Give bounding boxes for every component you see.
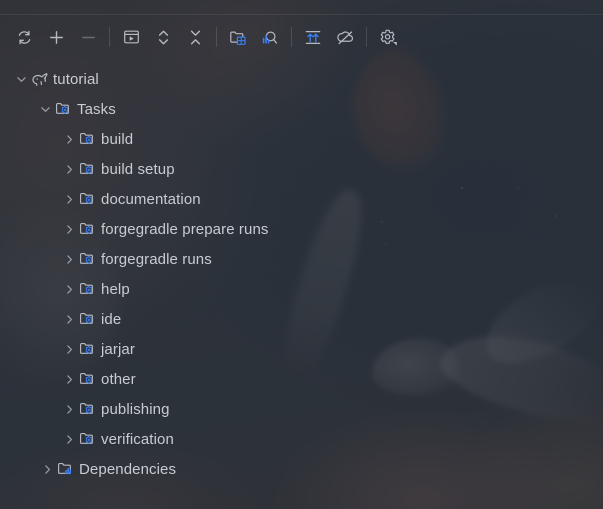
tree-node-label: build setup — [101, 160, 175, 178]
chevron-down-icon[interactable] — [36, 100, 54, 118]
tree-node-label: forgegradle runs — [101, 250, 212, 268]
tree-node-label: Tasks — [77, 100, 116, 118]
chevron-right-icon[interactable] — [60, 190, 78, 208]
tree-node-build-setup[interactable]: build setup — [0, 154, 603, 184]
expand-all-icon — [156, 29, 171, 46]
gradle-project-tree[interactable]: tutorial Tasks build build setup documen… — [0, 60, 603, 484]
module-settings-button[interactable] — [222, 21, 254, 53]
chevron-right-icon[interactable] — [60, 250, 78, 268]
task-folder-icon — [78, 310, 98, 328]
task-folder-icon — [78, 400, 98, 418]
settings-button[interactable] — [372, 21, 404, 53]
tree-node-label: other — [101, 370, 136, 388]
tree-node-label: ide — [101, 310, 122, 328]
chevron-down-icon[interactable] — [12, 70, 30, 88]
gradle-toolbar — [0, 0, 603, 60]
toolbar-separator — [366, 27, 367, 47]
chevron-right-icon[interactable] — [60, 160, 78, 178]
chevron-right-icon[interactable] — [38, 460, 56, 478]
run-task-button[interactable] — [115, 21, 147, 53]
tree-node-label: help — [101, 280, 130, 298]
tree-node-tasks[interactable]: Tasks — [0, 94, 603, 124]
chevron-right-icon[interactable] — [60, 400, 78, 418]
profiler-button[interactable] — [254, 21, 286, 53]
chevron-right-icon[interactable] — [60, 280, 78, 298]
gear-dropdown-icon — [378, 28, 398, 47]
task-folder-icon — [78, 340, 98, 358]
chevron-right-icon[interactable] — [60, 220, 78, 238]
magnifier-bars-icon — [261, 29, 279, 46]
chevron-right-icon[interactable] — [60, 340, 78, 358]
tree-node-label: publishing — [101, 400, 170, 418]
chevron-right-icon[interactable] — [60, 130, 78, 148]
run-window-icon — [123, 29, 140, 45]
folder-grid-icon — [229, 29, 247, 46]
chevron-right-icon[interactable] — [60, 370, 78, 388]
task-folder-icon — [78, 220, 98, 238]
sync-button[interactable] — [297, 21, 329, 53]
task-folder-icon — [78, 280, 98, 298]
tree-node-dependencies[interactable]: Dependencies — [0, 454, 603, 484]
tree-node-label: documentation — [101, 190, 201, 208]
tree-node-jarjar[interactable]: jarjar — [0, 334, 603, 364]
tree-node-documentation[interactable]: documentation — [0, 184, 603, 214]
chevron-right-icon[interactable] — [60, 430, 78, 448]
tree-node-label: build — [101, 130, 134, 148]
offline-mode-button[interactable] — [329, 21, 361, 53]
expand-all-button[interactable] — [147, 21, 179, 53]
tree-node-publishing[interactable]: publishing — [0, 394, 603, 424]
dependency-folder-icon — [56, 460, 76, 478]
collapse-all-button[interactable] — [179, 21, 211, 53]
tree-node-help[interactable]: help — [0, 274, 603, 304]
toolbar-separator — [216, 27, 217, 47]
plus-icon — [48, 29, 65, 46]
add-button[interactable] — [40, 21, 72, 53]
tree-node-forgegradle-prepare-runs[interactable]: forgegradle prepare runs — [0, 214, 603, 244]
task-folder-icon — [78, 250, 98, 268]
tree-node-label: forgegradle prepare runs — [101, 220, 269, 238]
chevron-right-icon[interactable] — [60, 310, 78, 328]
task-folder-icon — [78, 370, 98, 388]
arrows-up-icon — [304, 29, 322, 46]
gradle-elephant-icon — [30, 70, 50, 88]
minus-icon — [80, 29, 97, 46]
tree-node-verification[interactable]: verification — [0, 424, 603, 454]
tree-node-label: tutorial — [53, 70, 99, 88]
tree-node-label: Dependencies — [79, 460, 177, 478]
tree-node-label: jarjar — [101, 340, 135, 358]
tree-node-build[interactable]: build — [0, 124, 603, 154]
task-folder-icon — [78, 160, 98, 178]
collapse-all-icon — [188, 29, 203, 46]
tree-node-label: verification — [101, 430, 174, 448]
task-folder-icon — [78, 130, 98, 148]
refresh-icon — [16, 29, 33, 46]
tree-node-tutorial[interactable]: tutorial — [0, 64, 603, 94]
task-folder-icon — [54, 100, 74, 118]
toolbar-separator — [109, 27, 110, 47]
tree-node-forgegradle-runs[interactable]: forgegradle runs — [0, 244, 603, 274]
refresh-button[interactable] — [8, 21, 40, 53]
tree-node-other[interactable]: other — [0, 364, 603, 394]
cloud-off-icon — [336, 29, 355, 46]
task-folder-icon — [78, 190, 98, 208]
tree-node-ide[interactable]: ide — [0, 304, 603, 334]
toolbar-separator — [291, 27, 292, 47]
remove-button — [72, 21, 104, 53]
task-folder-icon — [78, 430, 98, 448]
